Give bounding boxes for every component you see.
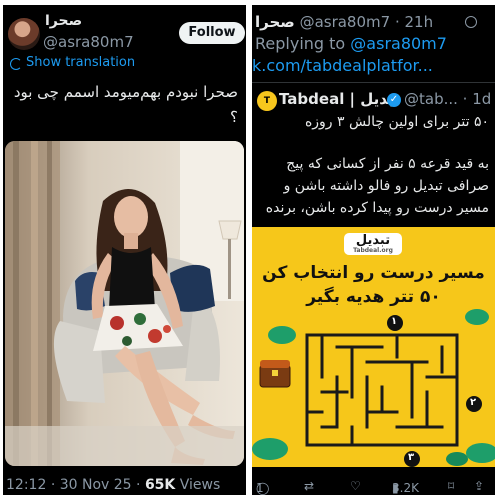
promo-image[interactable]: تبدیل Tabdeal.org مسیر درست رو انتخاب کن… [252, 227, 495, 467]
retweet-icon[interactable]: ⇄ [304, 479, 314, 493]
divider [252, 82, 495, 83]
replying-to: Replying to @asra80m7 [255, 34, 447, 53]
views-label: Views [179, 477, 221, 493]
like-icon[interactable]: ♡ [350, 479, 361, 493]
brand-text-line1: ۵۰ تتر برای اولین چالش ۳ روزه [304, 114, 489, 130]
link-icon[interactable] [465, 16, 477, 28]
author-handle[interactable]: @asra80m7 [43, 33, 134, 51]
views-count: 65K [144, 477, 176, 493]
meta-separator: · [50, 477, 56, 493]
bookmark-icon[interactable]: ⌑ [448, 479, 454, 493]
time-ago[interactable]: 21h [405, 13, 434, 31]
avatar[interactable] [8, 18, 40, 50]
tweet-date[interactable]: 30 Nov 25 [60, 477, 132, 493]
replying-handle[interactable]: @asra80m7 [350, 34, 447, 53]
replying-prefix: Replying to [255, 34, 346, 53]
maze-label-1: ۱ [391, 316, 398, 327]
brand-avatar[interactable]: T [257, 91, 277, 111]
author-handle[interactable]: @asra80m7 [300, 13, 391, 31]
show-translation-link[interactable]: Show translation [26, 55, 135, 70]
verified-icon: ✓ [387, 93, 401, 107]
right-tweet-panel: صحرا @asra80m7 · 21h Replying to @asra80… [252, 5, 495, 495]
promo-heading-1: مسیر درست رو انتخاب کن [262, 263, 485, 283]
author-name[interactable]: صحرا [255, 13, 295, 31]
maze-label-2: ۲ [470, 397, 477, 408]
photo-illustration [5, 141, 244, 466]
brand-handle[interactable]: @tab... [404, 90, 458, 108]
brand-handle-time[interactable]: @tab... · 1d [404, 90, 491, 108]
tweet-photo[interactable] [5, 141, 244, 466]
brand-time[interactable]: 1d [472, 90, 491, 108]
share-icon[interactable]: ⇪ [474, 479, 484, 493]
link-url[interactable]: k.com/tabdealplatfor... [252, 56, 433, 75]
promo-logo: تبدیل Tabdeal.org [344, 233, 402, 255]
action-bar: ◯ 1 ⇄ ♡ ▮ 3.2K ⌑ ⇪ [252, 477, 495, 495]
tweet-time[interactable]: 12:12 [6, 477, 46, 493]
brand-name[interactable]: Tabdeal | تبدیل [279, 90, 400, 108]
author-name[interactable]: صحرا [45, 13, 82, 29]
promo-logo-text: تبدیل [355, 233, 391, 248]
promo-logo-sub: Tabdeal.org [353, 247, 393, 254]
reply-count: 1 [256, 481, 264, 495]
maze-label-3: ۳ [408, 452, 415, 463]
left-tweet-panel: صحرا @asra80m7 Follow Show translation ص… [3, 5, 246, 495]
translate-icon[interactable] [10, 58, 22, 70]
reply-header: صحرا @asra80m7 · 21h [255, 13, 434, 31]
promo-heading-2: ۵۰ تتر هدیه بگیر [306, 287, 441, 307]
tweet-meta: 12:12 · 30 Nov 25 · 65K Views [6, 477, 220, 493]
meta-separator: · [136, 477, 141, 493]
views-count: 3.2K [392, 481, 419, 495]
tweet-text: صحرا نبودم بهم‌میومد اسمم چی بود ؟ [13, 83, 238, 126]
follow-button[interactable]: Follow [179, 22, 245, 44]
